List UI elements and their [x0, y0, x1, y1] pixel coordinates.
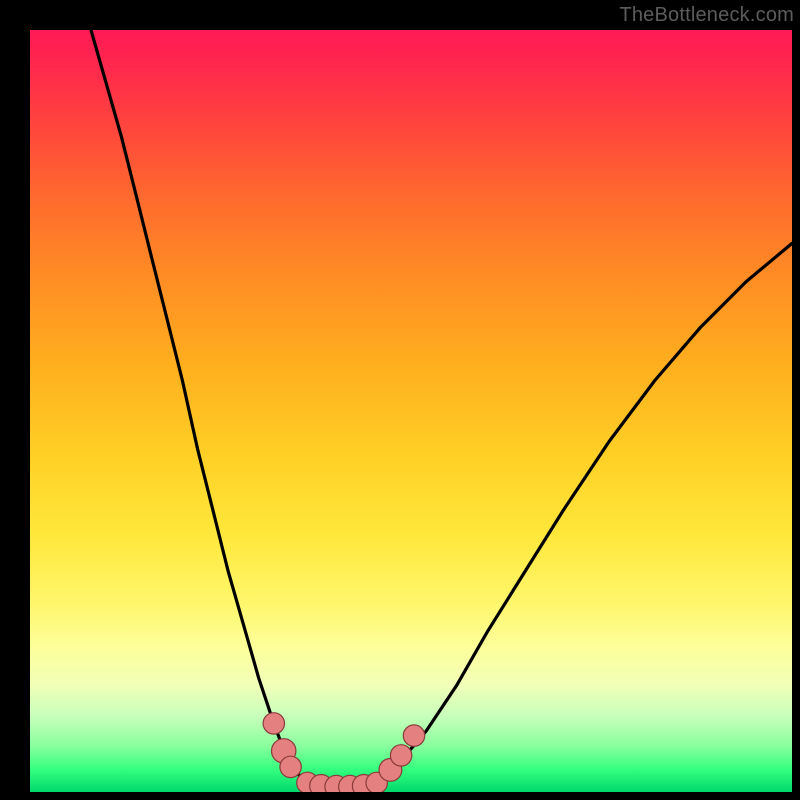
watermark-text: TheBottleneck.com: [619, 4, 794, 27]
valley-marker: [390, 745, 411, 766]
curve-path: [91, 30, 792, 787]
valley-markers: [263, 713, 425, 792]
valley-marker: [263, 713, 284, 734]
bottleneck-curve: [30, 30, 792, 792]
chart-frame: TheBottleneck.com: [0, 0, 800, 800]
plot-area: [30, 30, 792, 792]
valley-marker: [280, 756, 301, 777]
valley-marker: [403, 725, 424, 746]
